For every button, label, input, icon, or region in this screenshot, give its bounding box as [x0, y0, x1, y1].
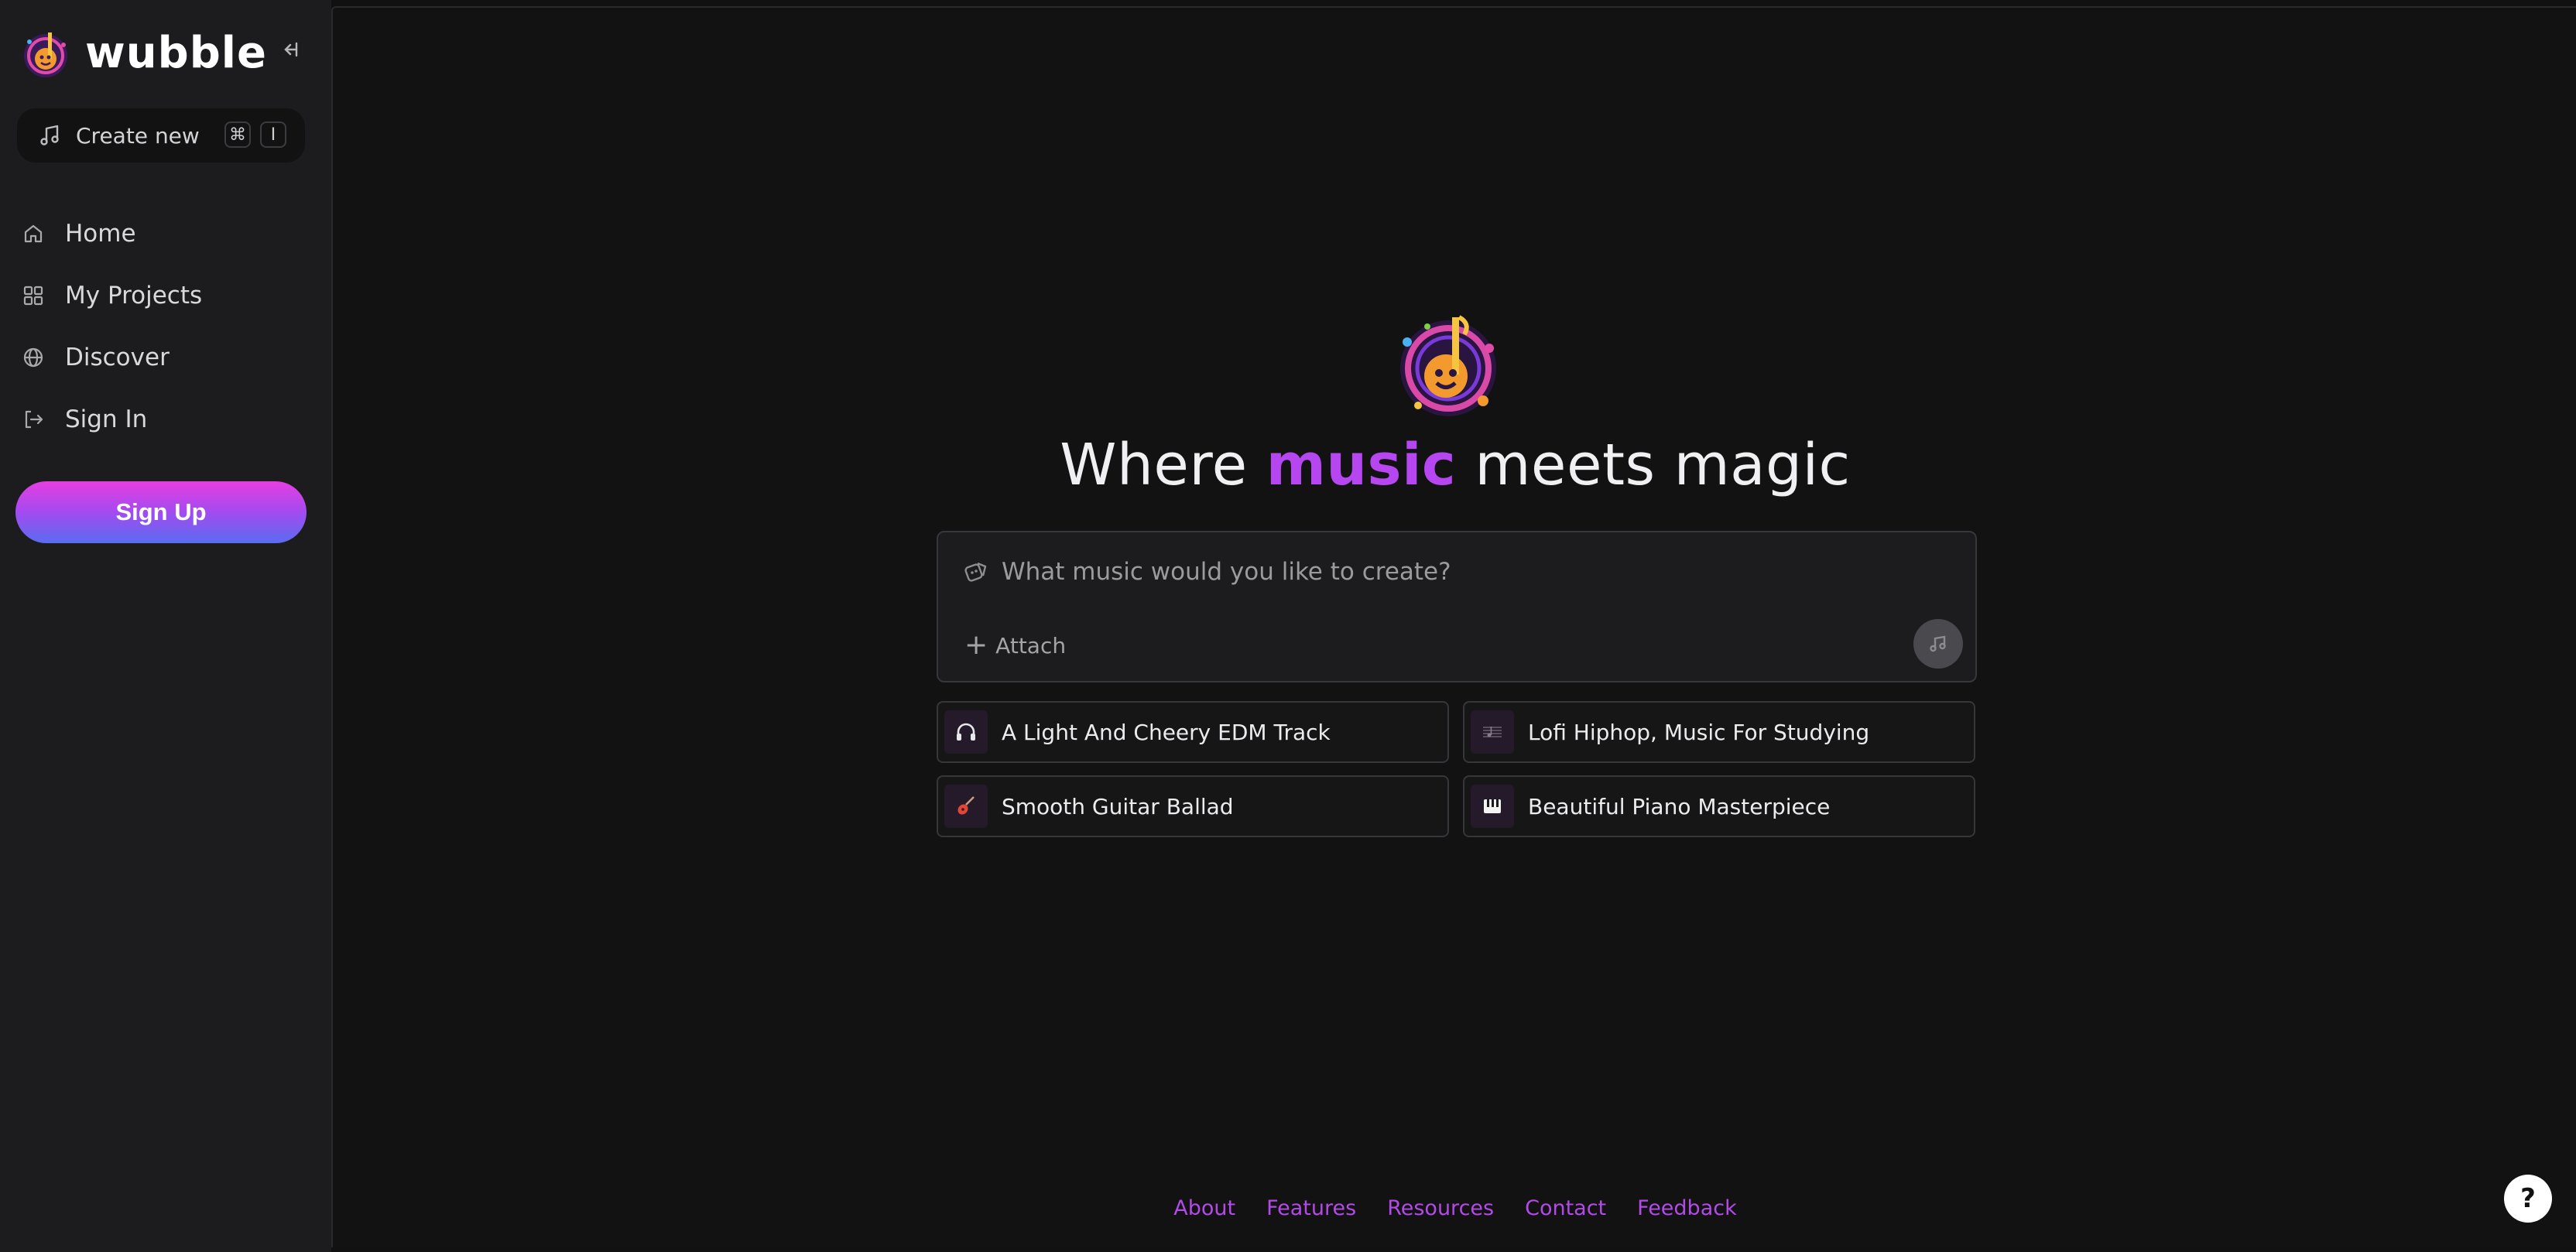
sidebar-item-label: Sign In [65, 405, 148, 433]
suggestion-label: Smooth Guitar Ballad [1002, 793, 1234, 819]
main-content: Where music meets magic + Attach [331, 6, 2576, 1247]
headphones-icon [944, 710, 988, 754]
headline-suffix: meets magic [1456, 432, 1851, 498]
sheet-music-icon [1471, 710, 1514, 754]
sidebar-item-label: Discover [65, 344, 170, 371]
suggestion-piano[interactable]: Beautiful Piano Masterpiece [1463, 775, 1975, 837]
footer-link-contact[interactable]: Contact [1525, 1196, 1606, 1220]
sidebar-item-home[interactable]: Home [22, 203, 202, 265]
shortcut-key-cmd: ⌘ [224, 121, 251, 148]
collapse-sidebar-icon [284, 42, 298, 57]
page-title: Where music meets magic [333, 432, 2576, 498]
suggestion-label: Lofi Hiphop, Music For Studying [1528, 719, 1870, 745]
dice-icon [964, 562, 987, 582]
globe-icon [23, 347, 43, 368]
suggestion-label: Beautiful Piano Masterpiece [1528, 793, 1831, 819]
guitar-icon [944, 785, 988, 828]
headphones-icon-svg [957, 723, 975, 741]
plus-icon: + [964, 629, 988, 661]
piano-keys-icon [1471, 785, 1514, 828]
create-new-button[interactable]: Create new ⌘ I [17, 108, 305, 162]
grid-icon [23, 286, 43, 306]
suggestion-label: A Light And Cheery EDM Track [1002, 719, 1331, 745]
sidebar-item-label: Home [65, 220, 136, 248]
sidebar-item-sign-in[interactable]: Sign In [22, 388, 202, 450]
suggestion-guitar[interactable]: Smooth Guitar Ballad [937, 775, 1449, 837]
footer-link-about[interactable]: About [1173, 1196, 1235, 1220]
prompt-box: + Attach [937, 531, 1977, 682]
footer-link-features[interactable]: Features [1266, 1196, 1356, 1220]
footer-link-feedback[interactable]: Feedback [1637, 1196, 1737, 1220]
wubble-mascot-logo [1400, 315, 1496, 416]
footer-link-resources[interactable]: Resources [1387, 1196, 1494, 1220]
sidebar-nav: Home My Projects Discover Sign In [22, 203, 202, 450]
collapse-sidebar-button[interactable] [276, 34, 302, 65]
sidebar-item-my-projects[interactable]: My Projects [22, 265, 202, 327]
generate-button[interactable] [1913, 619, 1963, 669]
music-note-icon [40, 125, 59, 145]
guitar-icon-svg [957, 796, 975, 815]
headline-prefix: Where [1060, 432, 1266, 498]
headline-accent: music [1266, 432, 1457, 498]
sign-in-icon [25, 410, 43, 429]
sidebar-item-label: My Projects [65, 282, 203, 310]
brand-logo[interactable]: wubble [19, 26, 267, 80]
shortcut-key-i: I [260, 121, 286, 148]
attach-button[interactable]: + Attach [964, 631, 1066, 659]
prompt-input[interactable] [1000, 549, 1932, 594]
footer-links: About Features Resources Contact Feedbac… [333, 1196, 2576, 1220]
wubble-logo-icon [24, 32, 67, 77]
sign-up-button[interactable]: Sign Up [15, 481, 307, 543]
piano-keys-icon-svg [1484, 799, 1501, 813]
help-button[interactable]: ? [2504, 1175, 2552, 1223]
brand-name: wubble [85, 28, 267, 78]
suggestion-edm[interactable]: A Light And Cheery EDM Track [937, 701, 1449, 763]
suggestion-lofi[interactable]: Lofi Hiphop, Music For Studying [1463, 701, 1975, 763]
music-note-icon [1930, 635, 1946, 652]
home-icon [24, 224, 43, 243]
sheet-music-icon-svg [1483, 727, 1502, 737]
create-new-label: Create new [76, 122, 200, 149]
sidebar-item-discover[interactable]: Discover [22, 327, 202, 388]
sidebar: wubble Create new ⌘ I Home My Projects D… [0, 0, 331, 1252]
attach-label: Attach [995, 632, 1067, 658]
